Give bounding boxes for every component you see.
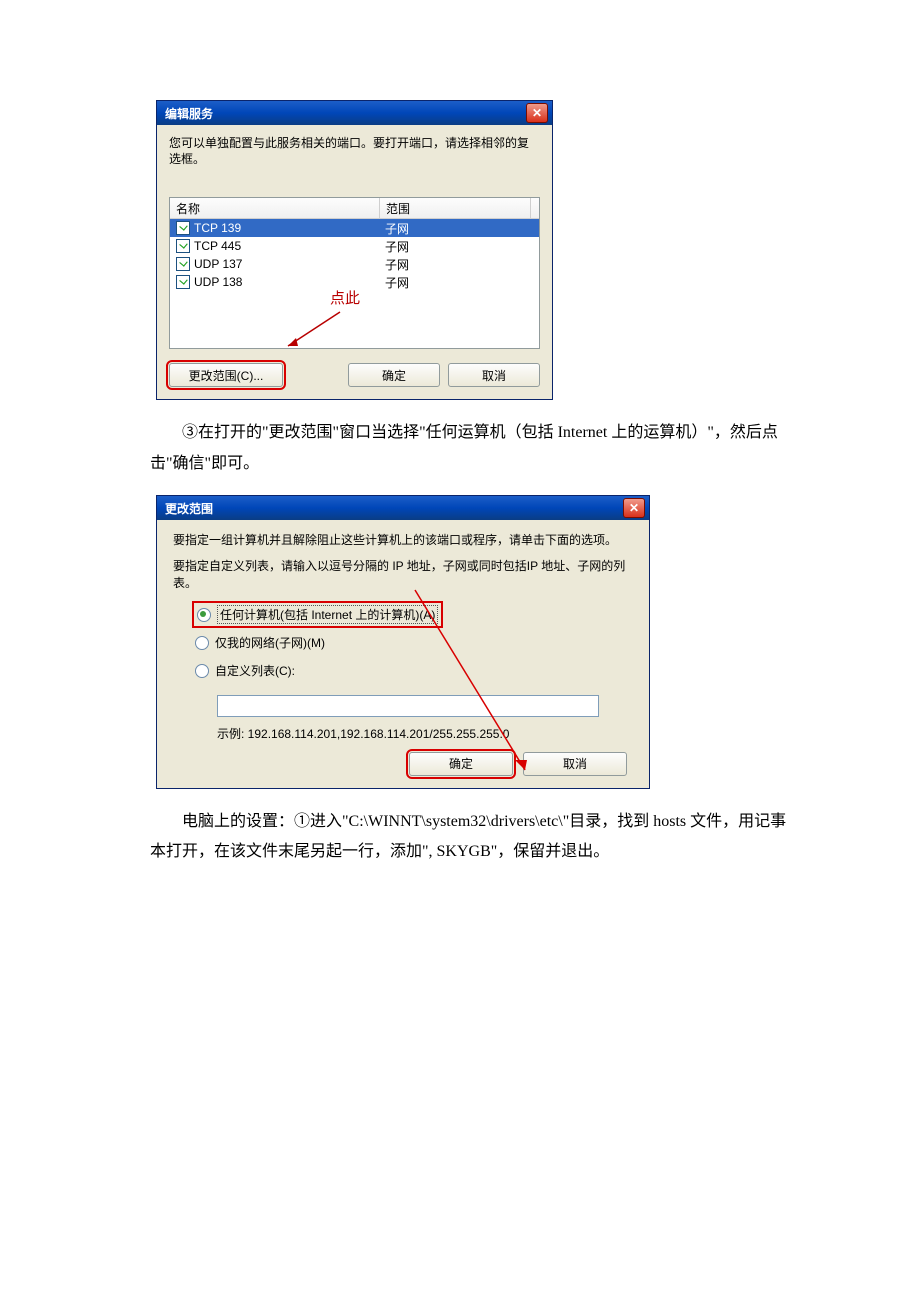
- change-scope-dialog: 更改范围 ✕ 要指定一组计算机并且解除阻止这些计算机上的该端口或程序，请单击下面…: [156, 495, 650, 789]
- row-scope: 子网: [379, 238, 539, 255]
- ok-button[interactable]: 确定: [348, 363, 440, 387]
- dialog-desc1: 要指定一组计算机并且解除阻止这些计算机上的该端口或程序，请单击下面的选项。: [173, 532, 633, 548]
- opt-custom-row[interactable]: 自定义列表(C):: [195, 657, 633, 685]
- radio-icon[interactable]: [195, 664, 209, 678]
- dialog-title: 编辑服务: [165, 105, 213, 122]
- port-list[interactable]: 名称 范围 TCP 139 子网 TCP 445 子网 UDP 137 子网: [169, 197, 540, 349]
- checkbox-icon[interactable]: [176, 275, 190, 289]
- page-content: 编辑服务 ✕ 您可以单独配置与此服务相关的端口。要打开端口，请选择相邻的复选框。…: [0, 0, 920, 868]
- row-name: UDP 137: [194, 257, 242, 271]
- row-name: TCP 139: [194, 221, 241, 235]
- opt-my-label: 仅我的网络(子网)(M): [215, 634, 325, 652]
- close-icon[interactable]: ✕: [526, 103, 548, 123]
- list-row[interactable]: TCP 445 子网: [170, 237, 539, 255]
- cancel-button[interactable]: 取消: [523, 752, 627, 776]
- col-scope: 范围: [380, 198, 531, 218]
- opt-custom-label: 自定义列表(C):: [215, 662, 295, 680]
- opt-my-row[interactable]: 仅我的网络(子网)(M): [195, 629, 633, 657]
- edit-service-dialog: 编辑服务 ✕ 您可以单独配置与此服务相关的端口。要打开端口，请选择相邻的复选框。…: [156, 100, 553, 400]
- scope-options: 任何计算机(包括 Internet 上的计算机)(A) 仅我的网络(子网)(M)…: [195, 601, 633, 685]
- col-name: 名称: [170, 198, 380, 218]
- opt-any-row[interactable]: 任何计算机(包括 Internet 上的计算机)(A): [195, 601, 633, 629]
- list-row[interactable]: TCP 139 子网: [170, 219, 539, 237]
- list-header: 名称 范围: [170, 198, 539, 219]
- dialog-titlebar: 更改范围 ✕: [157, 496, 649, 520]
- row-scope: 子网: [379, 220, 539, 237]
- change-scope-button[interactable]: 更改范围(C)...: [169, 363, 283, 387]
- ok-button[interactable]: 确定: [409, 752, 513, 776]
- body-paragraph: 电脑上的设置：①进入"C:\WINNT\system32\drivers\etc…: [150, 807, 790, 868]
- cancel-button[interactable]: 取消: [448, 363, 540, 387]
- example-text: 示例: 192.168.114.201,192.168.114.201/255.…: [217, 725, 633, 742]
- close-icon[interactable]: ✕: [623, 498, 645, 518]
- list-row[interactable]: UDP 137 子网: [170, 255, 539, 273]
- dialog-title: 更改范围: [165, 500, 213, 517]
- custom-list-input[interactable]: [217, 695, 599, 717]
- checkbox-icon[interactable]: [176, 257, 190, 271]
- dialog-desc2: 要指定自定义列表，请输入以逗号分隔的 IP 地址，子网或同时包括IP 地址、子网…: [173, 558, 633, 590]
- body-paragraph: ③在打开的"更改范围"窗口当选择"任何运算机（包括 Internet 上的运算机…: [150, 418, 790, 479]
- dialog-buttons: 更改范围(C)... 确定 取消: [169, 363, 540, 387]
- row-name: TCP 445: [194, 239, 241, 253]
- dialog-description: 您可以单独配置与此服务相关的端口。要打开端口，请选择相邻的复选框。: [169, 135, 540, 167]
- annotation-arrow-icon: [280, 308, 350, 349]
- checkbox-icon[interactable]: [176, 221, 190, 235]
- row-name: UDP 138: [194, 275, 242, 289]
- annotation-label: 点此: [330, 287, 540, 308]
- checkbox-icon[interactable]: [176, 239, 190, 253]
- radio-icon[interactable]: [197, 608, 211, 622]
- dialog-buttons: 确定 取消: [173, 752, 633, 776]
- radio-icon[interactable]: [195, 636, 209, 650]
- opt-any-label: 任何计算机(包括 Internet 上的计算机)(A): [217, 605, 438, 624]
- dialog-titlebar: 编辑服务 ✕: [157, 101, 552, 125]
- row-scope: 子网: [379, 256, 539, 273]
